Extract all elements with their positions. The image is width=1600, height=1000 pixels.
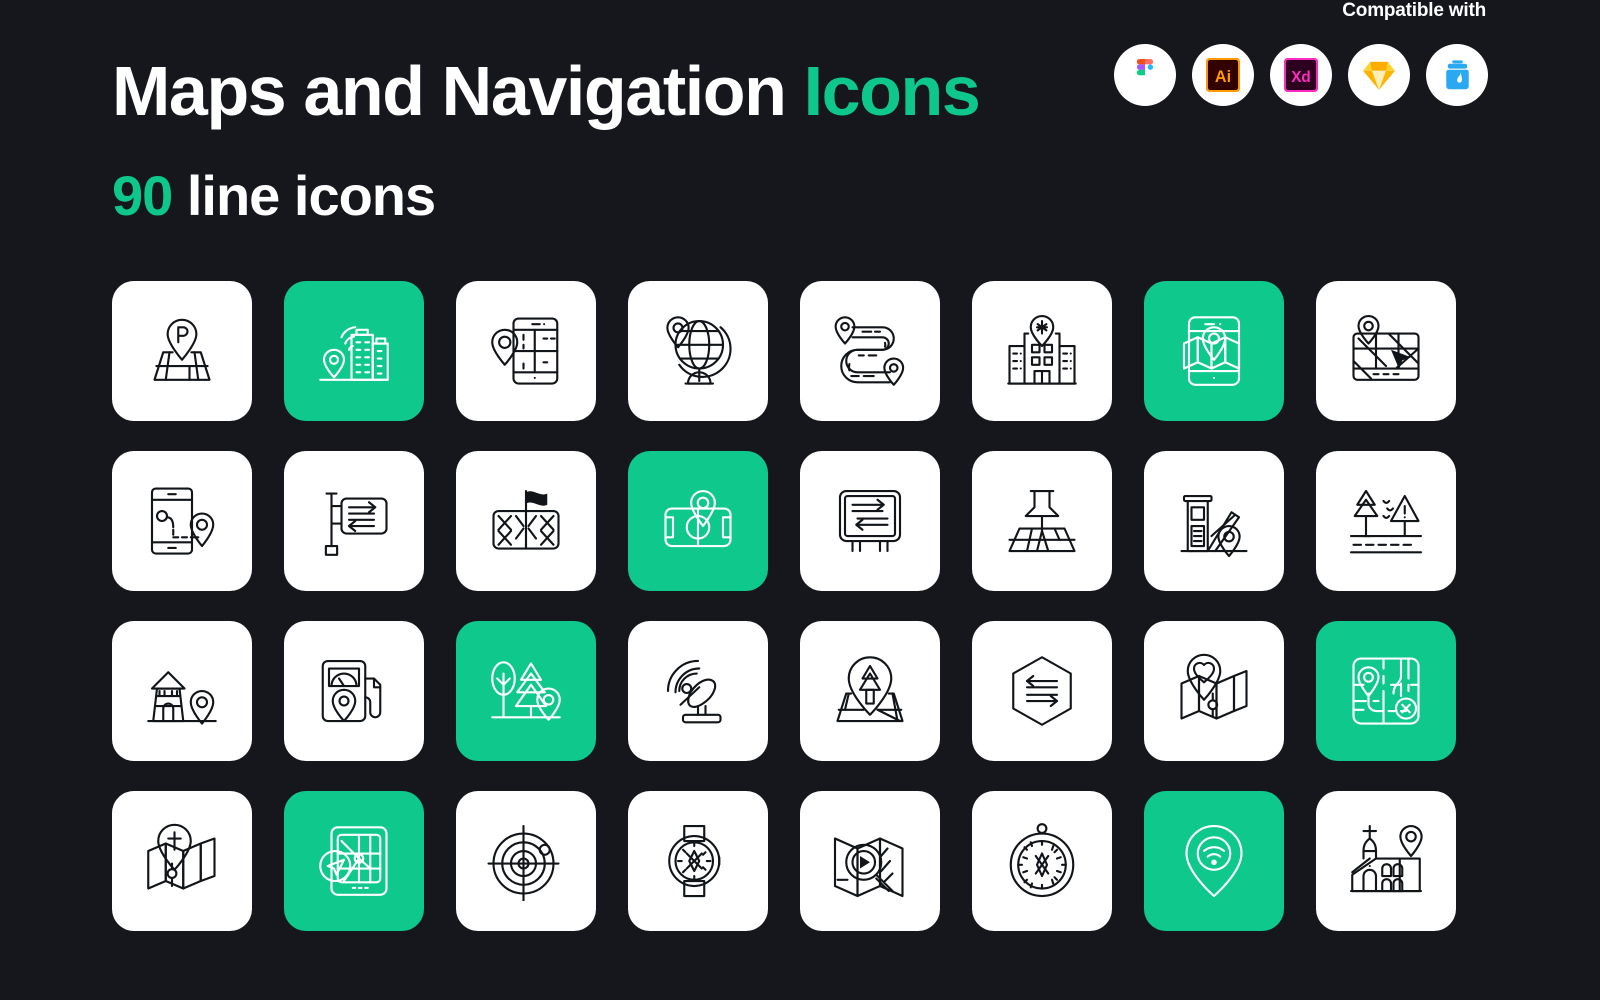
icon-count: 90 (112, 164, 173, 227)
globe-pin-icon (666, 316, 732, 385)
icon-cell-church-pin-map[interactable] (112, 791, 252, 931)
icon-cell-gas-station-pin[interactable] (284, 621, 424, 761)
icon-cell-stadium-map-pin[interactable] (628, 451, 768, 591)
icon-cell-tree-pin-map[interactable] (800, 621, 940, 761)
icon-cell-mobile-folded-map[interactable] (1144, 281, 1284, 421)
icon-cell-direction-board[interactable] (800, 451, 940, 591)
compass-icon (1009, 823, 1075, 898)
icon-cell-browser-map-cursor[interactable] (1316, 281, 1456, 421)
icon-cell-tablet-gps-navigation[interactable] (284, 791, 424, 931)
city-buildings-signal-pin-icon (319, 326, 389, 381)
smartwatch-compass-icon (668, 824, 721, 898)
icon-cell-mobile-map-pin[interactable] (456, 281, 596, 421)
mobile-folded-map-pin-icon (1182, 316, 1241, 386)
map-flag-icon (492, 489, 560, 550)
iconjar-logo-icon (1445, 60, 1469, 90)
icon-cell-radar-target[interactable] (456, 791, 596, 931)
page-title-accent: Icons (803, 52, 981, 130)
compatible-with-label: Compatible with (1342, 0, 1486, 21)
icon-cell-mobile-route-tracking[interactable] (112, 451, 252, 591)
icon-cell-favorite-heart-pin-map[interactable] (1144, 621, 1284, 761)
church-pin-map-icon (147, 823, 216, 890)
hexagon-two-way-arrows-icon (1012, 656, 1072, 726)
icon-cell-hexagon-arrows[interactable] (972, 621, 1112, 761)
page-subtitle: 90 line icons (112, 126, 1488, 224)
icon-cell-forest-road-warning[interactable] (1316, 451, 1456, 591)
icon-cell-pushpin-map[interactable] (972, 451, 1112, 591)
icon-grid (112, 281, 1456, 931)
route-path-pins-icon (834, 316, 905, 386)
page-title-main: Maps and Navigation (112, 52, 787, 130)
figma-logo-icon (1136, 59, 1154, 76)
sketch-badge[interactable] (1348, 44, 1410, 106)
toll-booth-barrier-pin-icon (1180, 494, 1248, 558)
icon-cell-lighthouse-pin[interactable] (112, 621, 252, 761)
forest-road-warning-icon (1349, 489, 1423, 554)
compatible-with-section: Compatible with Ai Xd (1068, 0, 1488, 106)
icon-cell-parking-map-pin[interactable] (112, 281, 252, 421)
poster-root: Maps and Navigation Icons 90 line icons … (0, 0, 1600, 1000)
sketch-logo-icon (1363, 61, 1395, 90)
adobe-illustrator-logo-icon: Ai (1206, 58, 1240, 92)
parking-map-pin-icon (153, 318, 211, 381)
adobe-xd-logo-icon: Xd (1284, 58, 1318, 92)
mobile-map-pin-icon (491, 317, 559, 385)
svg-text:Xd: Xd (1291, 69, 1311, 86)
park-trees-pin-icon (491, 661, 561, 721)
stadium-map-pin-icon (664, 489, 732, 548)
church-building-pin-icon (1349, 824, 1423, 893)
tree-pin-map-icon (836, 656, 904, 723)
icon-cell-map-search-navigation[interactable] (800, 791, 940, 931)
tablet-gps-navigation-icon (319, 826, 388, 896)
icon-cell-city-buildings-signal[interactable] (284, 281, 424, 421)
route-destination-map-icon (1352, 657, 1420, 725)
icon-cell-satellite-dish[interactable] (628, 621, 768, 761)
adobe-xd-badge[interactable]: Xd (1270, 44, 1332, 106)
icon-cell-route-path[interactable] (800, 281, 940, 421)
hospital-pin-icon (1007, 314, 1077, 385)
icon-cell-compass[interactable] (972, 791, 1112, 931)
browser-map-cursor-icon (1352, 314, 1420, 381)
compatible-with-badges: Ai Xd (1068, 44, 1488, 106)
satellite-dish-icon (666, 659, 722, 724)
icon-cell-signpost-arrows[interactable] (284, 451, 424, 591)
icon-cell-globe-pin[interactable] (628, 281, 768, 421)
illustrator-badge[interactable]: Ai (1192, 44, 1254, 106)
radar-target-icon (487, 824, 560, 901)
svg-text:Ai: Ai (1215, 68, 1231, 86)
icon-cell-route-destination-map[interactable] (1316, 621, 1456, 761)
direction-board-arrows-icon (838, 489, 902, 553)
icon-cell-church-building-pin[interactable] (1316, 791, 1456, 931)
wifi-location-pin-icon (1185, 824, 1243, 898)
gas-station-pin-icon (321, 659, 382, 723)
icon-cell-wifi-location-pin[interactable] (1144, 791, 1284, 931)
pushpin-map-icon (1008, 489, 1076, 553)
favorite-heart-pin-map-icon (1180, 653, 1248, 720)
mobile-route-tracking-icon (150, 487, 215, 555)
figma-badge[interactable] (1114, 44, 1176, 106)
icon-cell-hospital-pin[interactable] (972, 281, 1112, 421)
icon-cell-map-flag[interactable] (456, 451, 596, 591)
icon-cell-park-trees-pin[interactable] (456, 621, 596, 761)
icon-cell-toll-booth[interactable] (1144, 451, 1284, 591)
lighthouse-pin-icon (147, 671, 217, 725)
iconjar-badge[interactable] (1426, 44, 1488, 106)
icon-count-label: line icons (186, 164, 436, 227)
icon-cell-smartwatch-compass[interactable] (628, 791, 768, 931)
signpost-two-way-arrows-icon (324, 492, 388, 556)
map-search-navigation-icon (833, 837, 904, 898)
